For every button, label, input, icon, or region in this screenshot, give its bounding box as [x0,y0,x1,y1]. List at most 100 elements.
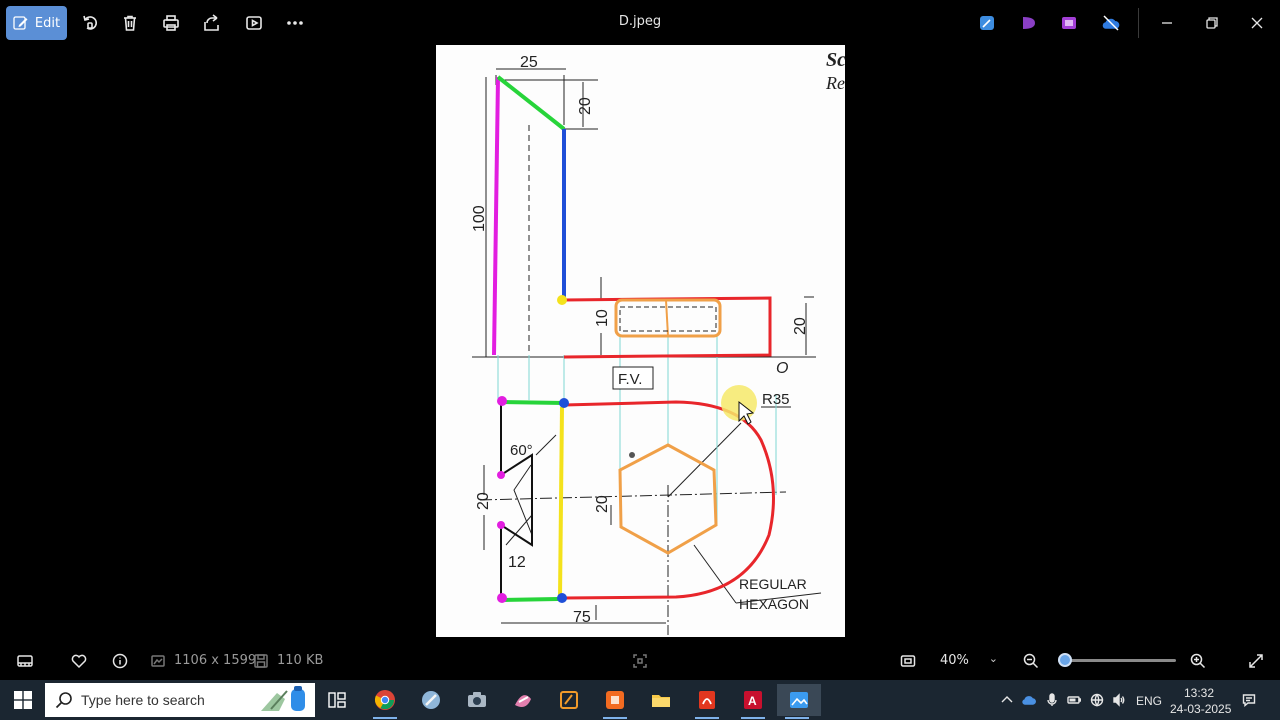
show-hidden-icons-button[interactable] [999,692,1015,708]
taskbar-file-explorer[interactable] [641,684,681,716]
speaker-icon [1113,693,1125,707]
rotate-button[interactable] [78,11,102,35]
language-indicator[interactable]: ENG [1136,694,1162,708]
video-editor-button[interactable] [1057,11,1081,35]
dim-hex-size: 20 [594,495,611,513]
taskbar-search-box[interactable]: Type here to search [45,683,315,717]
taskbar-acrobat[interactable] [687,684,727,719]
video-editor-app-icon [1062,17,1076,29]
task-view-icon [328,692,346,708]
print-button[interactable] [159,11,183,35]
filmstrip-button[interactable] [15,651,35,671]
restore-button[interactable] [1198,10,1226,36]
title-bar: Edit D.jpeg [0,0,1280,46]
delete-button[interactable] [118,11,142,35]
trash-icon [124,15,136,31]
edit-button-label: Edit [34,15,61,31]
taskbar-app-6[interactable] [595,684,635,719]
battery-icon [1067,696,1081,704]
taskbar-app-5[interactable] [549,684,589,716]
dim-angle: 60° [510,442,533,459]
photos-app-window: Edit D.jpeg F.V. 25 20 100 10 20 O R35 6… [0,0,1280,680]
more-options-button[interactable] [283,11,307,35]
tray-volume[interactable] [1111,692,1127,708]
taskbar-camera[interactable] [457,684,497,716]
orange-square-icon [606,691,624,709]
minimize-button[interactable] [1153,10,1181,36]
globe-icon [1090,693,1104,707]
resolution-icon-wrap [148,651,168,671]
camera-icon [468,692,486,707]
windows-logo-icon [13,691,32,709]
zoom-in-button[interactable] [1188,651,1208,671]
favorite-button[interactable] [69,651,89,671]
clock-date[interactable]: 24-03-2025 [1170,702,1231,716]
taskbar-chrome[interactable] [365,684,405,719]
search-placeholder: Type here to search [81,692,205,708]
dim-origin: O [776,360,788,377]
file-size: 110 KB [277,653,324,668]
tray-microphone[interactable] [1044,692,1060,708]
image-viewport[interactable]: F.V. 25 20 100 10 20 O R35 60° 20 20 12 … [436,45,845,637]
fit-window-icon [900,655,916,667]
rotate-icon [83,15,98,30]
dim-notch: 12 [508,554,526,571]
edit-button[interactable]: Edit [6,6,67,40]
info-icon [112,653,128,669]
dim-height: 100 [471,205,488,232]
close-icon [1251,17,1263,29]
filmstrip-icon [17,655,33,667]
cloud-icon [1022,696,1036,705]
note-regular: REGULAR [739,576,807,592]
image-dimensions: 1106 x 1599 [174,653,257,668]
dim-top-width: 25 [520,54,538,71]
tray-onedrive[interactable] [1021,692,1037,708]
zoom-level-dropdown[interactable]: 40% ⌄ [930,646,1008,674]
autocad-icon: A [744,691,762,709]
fullscreen-button[interactable] [1246,651,1266,671]
zoom-out-button[interactable] [1021,651,1041,671]
svg-text:A: A [748,694,757,708]
zoom-slider-thumb[interactable] [1058,653,1073,667]
dim-length: 75 [573,609,591,626]
share-icon [204,14,219,31]
share-button[interactable] [200,11,224,35]
corner-text-2: Re [825,73,845,93]
dim-base-thickness: 20 [792,317,809,335]
chrome-icon [374,690,395,710]
corner-text-1: Sc [826,49,845,71]
more-dots-icon [287,21,303,25]
start-button[interactable] [0,680,45,720]
resolution-icon [151,655,165,667]
taskbar-app-4[interactable] [503,684,543,716]
onedrive-button[interactable] [1099,11,1123,35]
notification-center-button[interactable] [1241,692,1257,708]
restore-icon [1206,17,1218,29]
clock-time[interactable]: 13:32 [1184,686,1214,700]
taskbar-photos[interactable] [777,684,821,719]
slideshow-icon [246,16,262,30]
save-disk-icon [254,654,268,668]
designer-button[interactable] [1017,11,1041,35]
file-info-button[interactable] [110,651,130,671]
minimize-icon [1162,22,1172,24]
zoom-out-icon [1023,653,1039,669]
pdf-reader-icon [699,691,715,709]
notification-icon [1242,694,1256,707]
slideshow-button[interactable] [242,11,266,35]
crop-select-button[interactable] [630,651,650,671]
focus-frame-icon [633,654,647,668]
toolbar-divider [1138,8,1139,38]
dim-slot-depth: 10 [594,309,611,327]
taskbar-autocad[interactable]: A [733,684,773,719]
close-button[interactable] [1243,10,1271,36]
tray-network[interactable] [1089,692,1105,708]
clipchamp-button[interactable] [975,11,999,35]
zoom-in-icon [1190,653,1206,669]
task-view-button[interactable] [317,684,357,716]
fv-label: F.V. [618,371,642,388]
tray-battery[interactable] [1066,692,1082,708]
zoom-slider-track[interactable] [1058,659,1176,662]
fit-to-window-button[interactable] [898,651,918,671]
taskbar-app-2[interactable] [411,684,451,716]
